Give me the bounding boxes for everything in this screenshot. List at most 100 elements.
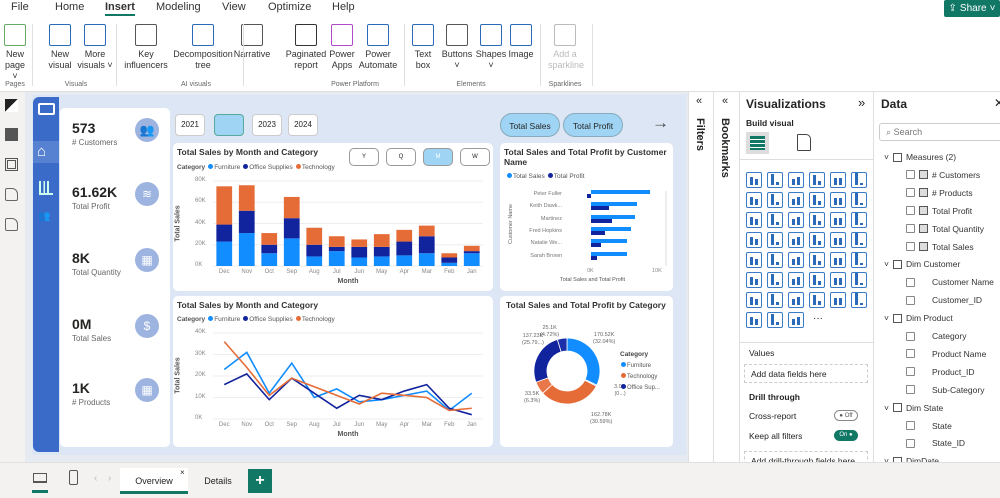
scatter-visual-icon[interactable] (809, 212, 825, 228)
power-automate-button[interactable]: Power Automate (357, 24, 399, 71)
line-visual-icon[interactable] (746, 192, 762, 208)
stacked-column-visual-icon[interactable] (767, 172, 783, 188)
format-visual-icon[interactable] (797, 134, 811, 151)
build-visual-tab[interactable] (746, 132, 769, 154)
bookmarks-pane-collapsed[interactable]: « Bookmarks (713, 92, 739, 462)
field-item[interactable]: Customer_ID (906, 295, 982, 305)
kpi-visual-icon[interactable] (788, 252, 804, 268)
bar-segment[interactable] (329, 247, 345, 251)
legend-item[interactable]: Office Supplies (249, 316, 293, 323)
granularity-Y-button[interactable]: Y (349, 148, 379, 166)
customer-bar[interactable] (591, 231, 605, 235)
bar-segment[interactable] (261, 253, 277, 266)
new-page-button[interactable]: New page ˅ (2, 24, 28, 82)
toggle-total-profit[interactable]: Total Profit (563, 113, 623, 137)
clustered-bar-visual-icon[interactable] (788, 172, 804, 188)
field-item[interactable]: Customer Name (906, 277, 994, 287)
power-apps-button[interactable]: Power Apps (327, 24, 357, 71)
more-visuals-button[interactable]: More visuals ˅ (77, 24, 113, 71)
shapes-button[interactable]: Shapes ˅ (474, 24, 508, 71)
toggle-total-sales[interactable]: Total Sales (500, 113, 560, 137)
bookmarks-label[interactable]: Bookmarks (719, 118, 731, 178)
python-visual-visual-icon[interactable] (767, 272, 783, 288)
menu-file[interactable]: File (11, 1, 29, 13)
customer-bar[interactable] (591, 219, 612, 223)
collapse-icon[interactable]: » (858, 95, 865, 110)
cross-report-toggle[interactable]: ● Off (834, 410, 858, 421)
table-visual-icon[interactable] (830, 252, 846, 268)
field-item[interactable]: Total Profit (906, 206, 972, 216)
bar-segment[interactable] (374, 234, 390, 247)
paginated-report-button[interactable]: Paginated report (285, 24, 327, 71)
bar-segment[interactable] (284, 197, 300, 218)
matrix-visual-icon[interactable] (851, 252, 867, 268)
field-checkbox[interactable] (906, 188, 915, 197)
narrative-button[interactable]: Narrative (232, 24, 272, 60)
field-checkbox[interactable] (906, 278, 915, 287)
bar-segment[interactable] (239, 211, 255, 233)
legend-item[interactable]: Technology (302, 316, 335, 323)
bar-segment[interactable] (441, 263, 457, 266)
arrow-right-icon[interactable]: → (652, 113, 669, 133)
slicer-visual-icon[interactable] (809, 252, 825, 268)
bar-segment[interactable] (396, 230, 412, 242)
close-icon[interactable]: ✕ (994, 96, 1000, 110)
pie-visual-icon[interactable] (830, 212, 846, 228)
next-page-icon[interactable]: › (108, 473, 111, 484)
qa-visual-icon[interactable] (830, 272, 846, 288)
menu-optimize[interactable]: Optimize (268, 1, 311, 13)
map-visual-icon[interactable] (767, 232, 783, 248)
dax-query-icon[interactable] (5, 188, 18, 201)
granularity-M-button[interactable]: M (423, 148, 453, 166)
field-checkbox[interactable] (906, 242, 915, 251)
chevron-down-icon[interactable]: ˅ (884, 313, 889, 323)
field-item[interactable]: # Customers (906, 170, 980, 180)
field-item[interactable]: Total Quantity (906, 224, 984, 234)
legend-item[interactable]: Total Profit (554, 173, 585, 180)
bar-segment[interactable] (239, 185, 255, 211)
bar-segment[interactable] (261, 245, 277, 254)
key-influencers-visual-icon[interactable] (788, 272, 804, 288)
multi-row-card-visual-icon[interactable] (767, 252, 783, 268)
legend-item[interactable]: Furniture (214, 316, 240, 323)
bar-segment[interactable] (216, 242, 232, 266)
bar-segment[interactable] (284, 218, 300, 238)
values-well[interactable]: Add data fields here (744, 364, 868, 383)
year-slicer-2024[interactable]: 2024 (288, 114, 318, 136)
bar-segment[interactable] (216, 186, 232, 224)
bar-segment[interactable] (306, 256, 322, 266)
share-button[interactable]: ⇪Share˅ (944, 0, 1000, 17)
table-view-icon[interactable] (5, 128, 18, 141)
100-bar-visual-icon[interactable] (830, 172, 846, 188)
legend-item[interactable]: Total Sales (513, 173, 545, 180)
key-influencers-button[interactable]: Key influencers (122, 24, 170, 71)
filled-map-visual-icon[interactable] (788, 232, 804, 248)
line-column-visual-icon[interactable] (830, 192, 846, 208)
bar-segment[interactable] (464, 246, 480, 251)
waterfall-visual-icon[interactable] (767, 212, 783, 228)
filters-pane-collapsed[interactable]: « Filters (688, 92, 713, 462)
line-clustered-visual-icon[interactable] (851, 192, 867, 208)
bar-segment[interactable] (441, 253, 457, 257)
bar-segment[interactable] (306, 228, 322, 245)
expand-icon[interactable]: « (722, 95, 728, 107)
bar-segment[interactable] (396, 255, 412, 266)
bar-segment[interactable] (419, 253, 435, 266)
chevron-down-icon[interactable]: ˅ (884, 403, 889, 413)
field-item[interactable]: Product Name (906, 349, 986, 359)
text-box-button[interactable]: Text box (411, 24, 435, 71)
new-visual-button[interactable]: New visual (45, 24, 75, 71)
field-item[interactable]: State (906, 421, 952, 431)
customer-bar[interactable] (587, 194, 591, 198)
list-slicer-visual-icon[interactable] (830, 292, 846, 308)
card-new-visual-icon[interactable] (851, 232, 867, 248)
bar-segment[interactable] (464, 253, 480, 266)
image-visual-icon[interactable] (851, 292, 867, 308)
field-checkbox[interactable] (906, 385, 915, 394)
buttons-button[interactable]: Buttons ˅ (440, 24, 474, 71)
customer-bar[interactable] (591, 256, 597, 260)
bar-segment[interactable] (419, 236, 435, 253)
tmdl-view-icon[interactable] (5, 218, 18, 231)
bar-segment[interactable] (351, 258, 367, 267)
table-dim-state[interactable]: ˅Dim State (884, 403, 943, 413)
